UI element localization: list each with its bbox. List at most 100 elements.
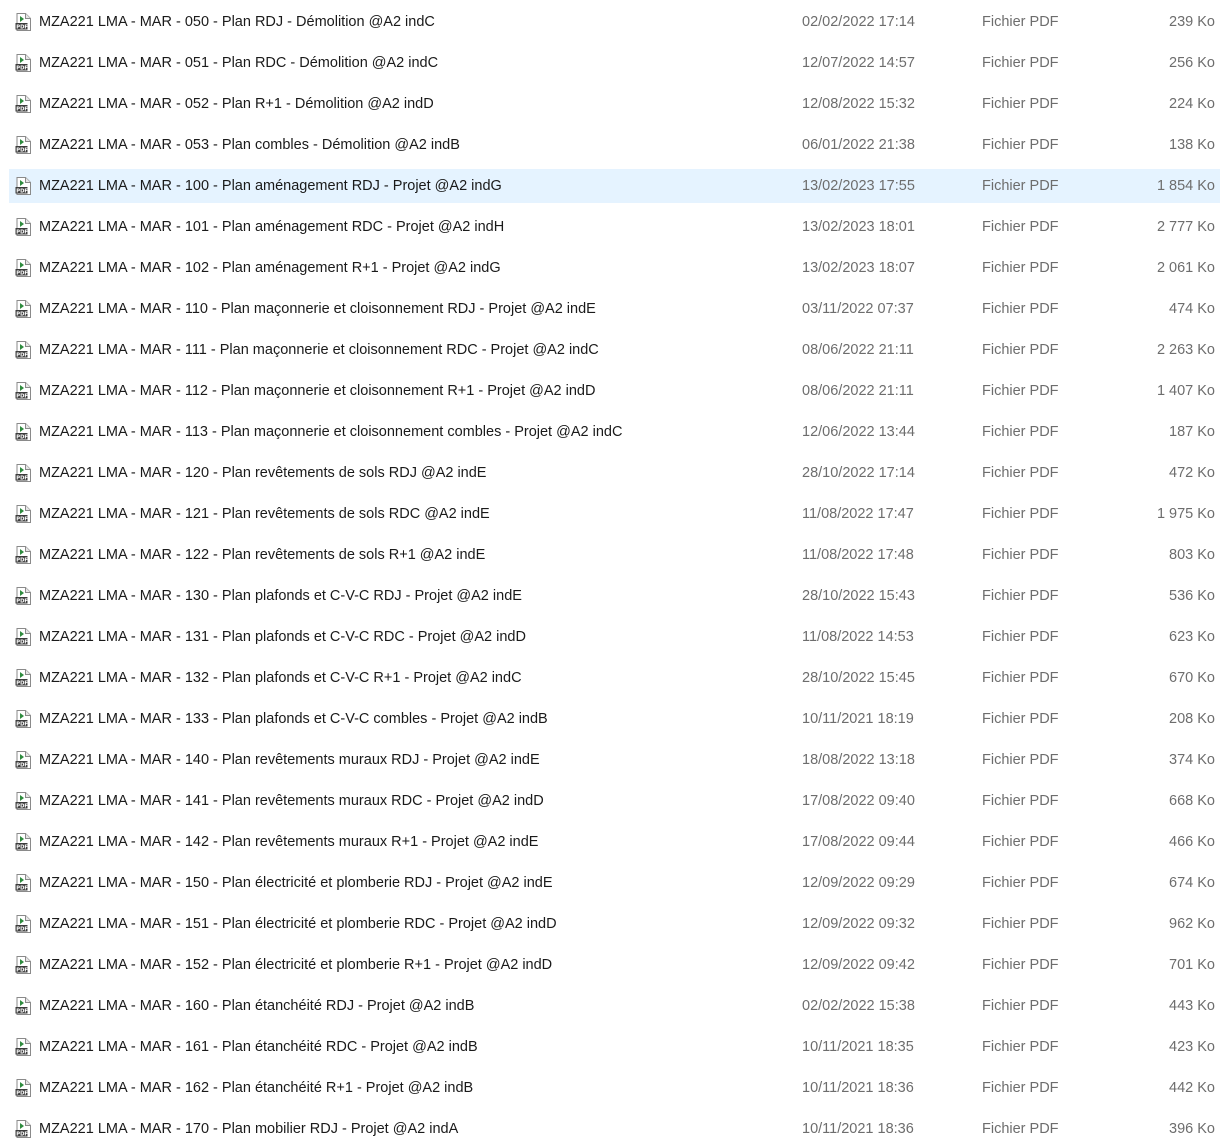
file-name: MZA221 LMA - MAR - 111 - Plan maçonnerie… — [39, 342, 599, 358]
file-row[interactable]: PDF MZA221 LMA - MAR - 150 - Plan électr… — [9, 866, 1220, 900]
file-size: 208 Ko — [1169, 711, 1215, 727]
file-size: 1 854 Ko — [1156, 178, 1215, 194]
file-row[interactable]: PDF MZA221 LMA - MAR - 112 - Plan maçonn… — [9, 374, 1220, 408]
file-modified-date: 06/01/2022 21:38 — [802, 137, 915, 153]
file-row[interactable]: PDF MZA221 LMA - MAR - 052 - Plan R+1 - … — [9, 87, 1220, 121]
file-modified-date: 03/11/2022 07:37 — [802, 301, 914, 317]
file-row[interactable]: PDF MZA221 LMA - MAR - 120 - Plan revête… — [9, 456, 1220, 490]
file-size: 187 Ko — [1169, 424, 1215, 440]
pdf-file-icon: PDF — [15, 1120, 32, 1138]
file-modified-date: 10/11/2021 18:35 — [802, 1039, 914, 1055]
svg-text:PDF: PDF — [16, 230, 28, 236]
file-row[interactable]: PDF MZA221 LMA - MAR - 160 - Plan étanch… — [9, 989, 1220, 1023]
file-size: 374 Ko — [1169, 752, 1215, 768]
pdf-file-icon: PDF — [15, 13, 32, 31]
svg-text:PDF: PDF — [16, 435, 28, 441]
file-type: Fichier PDF — [982, 875, 1059, 891]
file-name: MZA221 LMA - MAR - 150 - Plan électricit… — [39, 875, 553, 891]
file-modified-date: 13/02/2023 17:55 — [802, 178, 915, 194]
file-modified-date: 18/08/2022 13:18 — [802, 752, 915, 768]
svg-text:PDF: PDF — [16, 804, 28, 810]
pdf-file-icon: PDF — [15, 54, 32, 72]
file-size: 623 Ko — [1169, 629, 1215, 645]
file-row[interactable]: PDF MZA221 LMA - MAR - 101 - Plan aménag… — [9, 210, 1220, 244]
file-row[interactable]: PDF MZA221 LMA - MAR - 162 - Plan étanch… — [9, 1071, 1220, 1105]
file-type: Fichier PDF — [982, 588, 1059, 604]
svg-text:PDF: PDF — [16, 1050, 28, 1056]
pdf-file-icon: PDF — [15, 710, 32, 728]
file-row[interactable]: PDF MZA221 LMA - MAR - 122 - Plan revête… — [9, 538, 1220, 572]
file-size: 1 975 Ko — [1156, 506, 1215, 522]
file-name: MZA221 LMA - MAR - 102 - Plan aménagemen… — [39, 260, 501, 276]
file-name: MZA221 LMA - MAR - 130 - Plan plafonds e… — [39, 588, 522, 604]
svg-text:PDF: PDF — [16, 1132, 28, 1138]
file-modified-date: 10/11/2021 18:19 — [802, 711, 914, 727]
pdf-file-icon: PDF — [15, 997, 32, 1015]
file-type: Fichier PDF — [982, 465, 1059, 481]
svg-text:PDF: PDF — [16, 599, 28, 605]
file-size: 472 Ko — [1169, 465, 1215, 481]
file-row[interactable]: PDF MZA221 LMA - MAR - 050 - Plan RDJ - … — [9, 5, 1220, 39]
file-size: 239 Ko — [1169, 14, 1215, 30]
file-row[interactable]: PDF MZA221 LMA - MAR - 141 - Plan revête… — [9, 784, 1220, 818]
pdf-file-icon: PDF — [15, 792, 32, 810]
svg-text:PDF: PDF — [16, 25, 28, 31]
svg-text:PDF: PDF — [16, 886, 28, 892]
file-row[interactable]: PDF MZA221 LMA - MAR - 151 - Plan électr… — [9, 907, 1220, 941]
file-row[interactable]: PDF MZA221 LMA - MAR - 100 - Plan aménag… — [9, 169, 1220, 203]
file-modified-date: 11/08/2022 14:53 — [802, 629, 914, 645]
file-size: 224 Ko — [1169, 96, 1215, 112]
pdf-file-icon: PDF — [15, 136, 32, 154]
file-row[interactable]: PDF MZA221 LMA - MAR - 130 - Plan plafon… — [9, 579, 1220, 613]
svg-text:PDF: PDF — [16, 968, 28, 974]
svg-text:PDF: PDF — [16, 189, 28, 195]
file-name: MZA221 LMA - MAR - 151 - Plan électricit… — [39, 916, 557, 932]
file-type: Fichier PDF — [982, 916, 1059, 932]
file-row[interactable]: PDF MZA221 LMA - MAR - 102 - Plan aménag… — [9, 251, 1220, 285]
file-name: MZA221 LMA - MAR - 120 - Plan revêtement… — [39, 465, 487, 481]
file-type: Fichier PDF — [982, 1121, 1059, 1137]
file-size: 466 Ko — [1169, 834, 1215, 850]
file-type: Fichier PDF — [982, 793, 1059, 809]
file-row[interactable]: PDF MZA221 LMA - MAR - 142 - Plan revête… — [9, 825, 1220, 859]
file-type: Fichier PDF — [982, 424, 1059, 440]
pdf-file-icon: PDF — [15, 546, 32, 564]
file-type: Fichier PDF — [982, 547, 1059, 563]
file-name: MZA221 LMA - MAR - 161 - Plan étanchéité… — [39, 1039, 478, 1055]
pdf-file-icon: PDF — [15, 505, 32, 523]
file-row[interactable]: PDF MZA221 LMA - MAR - 131 - Plan plafon… — [9, 620, 1220, 654]
file-row[interactable]: PDF MZA221 LMA - MAR - 121 - Plan revête… — [9, 497, 1220, 531]
pdf-file-icon: PDF — [15, 587, 32, 605]
file-modified-date: 11/08/2022 17:47 — [802, 506, 914, 522]
file-name: MZA221 LMA - MAR - 142 - Plan revêtement… — [39, 834, 539, 850]
file-row[interactable]: PDF MZA221 LMA - MAR - 140 - Plan revête… — [9, 743, 1220, 777]
file-modified-date: 28/10/2022 15:43 — [802, 588, 915, 604]
file-type: Fichier PDF — [982, 219, 1059, 235]
svg-text:PDF: PDF — [16, 394, 28, 400]
file-size: 2 777 Ko — [1156, 219, 1215, 235]
svg-text:PDF: PDF — [16, 722, 28, 728]
svg-text:PDF: PDF — [16, 763, 28, 769]
file-name: MZA221 LMA - MAR - 050 - Plan RDJ - Démo… — [39, 14, 435, 30]
file-row[interactable]: PDF MZA221 LMA - MAR - 113 - Plan maçonn… — [9, 415, 1220, 449]
file-row[interactable]: PDF MZA221 LMA - MAR - 132 - Plan plafon… — [9, 661, 1220, 695]
file-name: MZA221 LMA - MAR - 100 - Plan aménagemen… — [39, 178, 502, 194]
file-size: 256 Ko — [1169, 55, 1215, 71]
file-row[interactable]: PDF MZA221 LMA - MAR - 152 - Plan électr… — [9, 948, 1220, 982]
file-size: 670 Ko — [1169, 670, 1215, 686]
file-row[interactable]: PDF MZA221 LMA - MAR - 110 - Plan maçonn… — [9, 292, 1220, 326]
svg-text:PDF: PDF — [16, 148, 28, 154]
file-size: 2 061 Ko — [1156, 260, 1215, 276]
file-size: 674 Ko — [1169, 875, 1215, 891]
file-row[interactable]: PDF MZA221 LMA - MAR - 133 - Plan plafon… — [9, 702, 1220, 736]
file-row[interactable]: PDF MZA221 LMA - MAR - 053 - Plan comble… — [9, 128, 1220, 162]
file-row[interactable]: PDF MZA221 LMA - MAR - 161 - Plan étanch… — [9, 1030, 1220, 1064]
pdf-file-icon: PDF — [15, 915, 32, 933]
pdf-file-icon: PDF — [15, 423, 32, 441]
file-row[interactable]: PDF MZA221 LMA - MAR - 111 - Plan maçonn… — [9, 333, 1220, 367]
file-name: MZA221 LMA - MAR - 141 - Plan revêtement… — [39, 793, 544, 809]
file-type: Fichier PDF — [982, 178, 1059, 194]
file-row[interactable]: PDF MZA221 LMA - MAR - 170 - Plan mobili… — [9, 1112, 1220, 1146]
file-row[interactable]: PDF MZA221 LMA - MAR - 051 - Plan RDC - … — [9, 46, 1220, 80]
file-size: 474 Ko — [1169, 301, 1215, 317]
